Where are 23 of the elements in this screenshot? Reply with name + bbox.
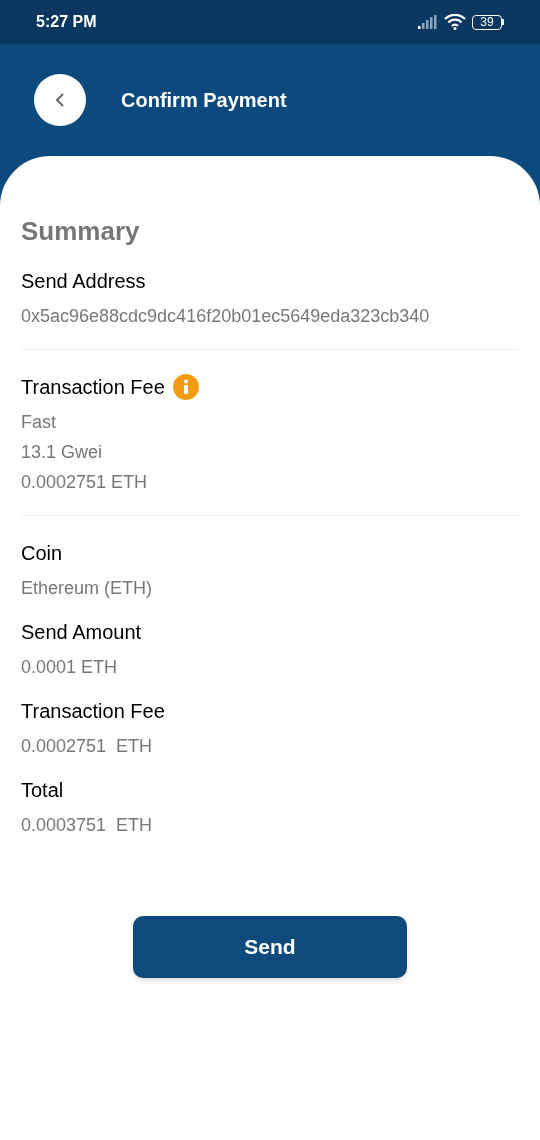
section-value: Fast — [21, 412, 57, 433]
section-value: 0.0002751 ETH — [21, 736, 154, 757]
section-label: Send Amount — [21, 620, 142, 645]
wifi-icon — [444, 14, 466, 30]
section-label: Coin — [21, 541, 63, 566]
section-label: Transaction Fee — [21, 699, 165, 724]
section-label: Total — [21, 778, 64, 803]
section-value: 13.1 Gwei — [21, 442, 104, 463]
section-label: Transaction Fee — [21, 375, 165, 400]
section-value: 0x5ac96e88cdc9dc416f20b01ec5649eda323cb340 — [21, 306, 431, 327]
back-button[interactable] — [34, 74, 86, 126]
summary-heading: Summary — [21, 216, 141, 246]
status-time: 5:27 PM — [36, 12, 97, 32]
section-value: 0.0002751 ETH — [21, 472, 149, 493]
chevron-left-icon — [55, 92, 65, 108]
section-value: 0.0001 ETH — [21, 657, 119, 678]
section-label: Send Address — [21, 269, 146, 294]
signal-icon — [418, 15, 438, 29]
battery-icon: 39 — [472, 14, 504, 30]
section-value: 0.0003751 ETH — [21, 815, 154, 836]
send-button[interactable]: Send — [133, 916, 407, 978]
section-value: Ethereum (ETH) — [21, 578, 154, 599]
page-title: Confirm Payment — [121, 88, 287, 113]
